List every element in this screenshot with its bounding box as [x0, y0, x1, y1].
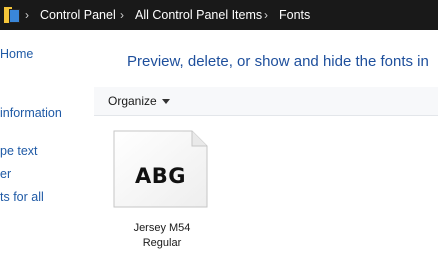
left-nav-pane: Home information pe text er ts for all: [0, 30, 80, 261]
breadcrumb-fonts[interactable]: Fonts: [279, 8, 310, 22]
breadcrumb-control-panel[interactable]: Control Panel: [40, 8, 116, 22]
chevron-right-icon[interactable]: ›: [120, 8, 124, 22]
nav-item-er[interactable]: er: [0, 167, 11, 181]
control-panel-icon: [4, 7, 20, 23]
font-name-label: Jersey M54 Regular: [111, 221, 213, 251]
font-family-name: Jersey M54: [133, 222, 191, 234]
page-heading: Preview, delete, or show and hide the fo…: [127, 53, 429, 70]
main-pane: Preview, delete, or show and hide the fo…: [94, 30, 438, 261]
chevron-right-icon[interactable]: ›: [264, 8, 268, 22]
nav-item-fonts-for-all[interactable]: ts for all: [0, 190, 44, 204]
chevron-right-icon[interactable]: ›: [25, 8, 29, 22]
nav-item-type-text[interactable]: pe text: [0, 144, 38, 158]
fonts-window: › Control Panel › All Control Panel Item…: [0, 0, 438, 261]
font-file-icon: ABG: [113, 130, 208, 208]
breadcrumb-all-items[interactable]: All Control Panel Items: [135, 8, 262, 22]
nav-item-information[interactable]: information: [0, 106, 62, 120]
nav-item-home[interactable]: Home: [0, 47, 33, 61]
font-item[interactable]: ABG Jersey M54 Regular: [111, 130, 213, 258]
font-style-name: Regular: [142, 237, 182, 249]
address-bar[interactable]: › Control Panel › All Control Panel Item…: [0, 0, 438, 30]
font-preview-text: ABG: [135, 164, 186, 188]
organize-button[interactable]: Organize: [108, 94, 157, 108]
chevron-down-icon[interactable]: [162, 99, 170, 104]
command-bar: Organize: [94, 87, 438, 116]
